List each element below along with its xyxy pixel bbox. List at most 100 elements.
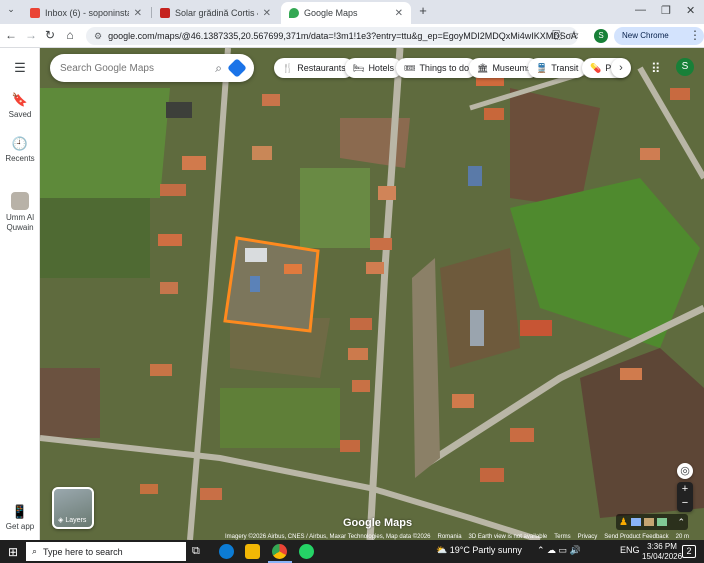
file-explorer-icon[interactable]: [245, 544, 260, 559]
maps-side-rail: ☰ 🔖 Saved 🕘 Recents Umm Al Quwain 📱 Get …: [0, 48, 40, 540]
more-menu-icon[interactable]: ⋮: [688, 28, 702, 42]
close-icon[interactable]: ✕: [395, 8, 403, 19]
address-bar[interactable]: ⚙ google.com/maps/@46.1387335,20.567699,…: [86, 27, 578, 45]
layers-button[interactable]: ◈ Layers: [52, 487, 94, 529]
gmail-icon: [30, 8, 40, 18]
language-indicator[interactable]: ENG: [620, 545, 640, 555]
home-icon[interactable]: ⌂: [63, 28, 77, 42]
hamburger-menu-icon: ☰: [14, 60, 26, 75]
tab-title: Solar grădină Cortis 4x6 m – Fo: [175, 8, 258, 18]
weather-text: 19°C Partly sunny: [449, 545, 522, 555]
tab-title: Google Maps: [304, 8, 358, 18]
chip-label: Museums: [492, 63, 532, 73]
view-thumbnail-icon[interactable]: [656, 518, 667, 526]
recent-place-button[interactable]: Umm Al Quwain: [0, 192, 40, 233]
chip-hotels[interactable]: 🛏 Hotels: [345, 58, 402, 78]
chrome-icon[interactable]: [272, 544, 287, 559]
back-arrow-icon[interactable]: ←: [4, 28, 18, 42]
tab-solar[interactable]: Solar grădină Cortis 4x6 m – Fo ✕: [152, 2, 279, 24]
profile-avatar[interactable]: S: [594, 29, 608, 43]
layers-text: Layers: [65, 517, 87, 524]
weather-widget[interactable]: ⛅ 19°C Partly sunny: [436, 545, 522, 556]
view-thumbnail-icon[interactable]: [630, 518, 641, 526]
bottom-right-controls: ♟ ⌃: [616, 514, 688, 530]
taskbar-search-placeholder: Type here to search: [43, 546, 123, 557]
window-close-icon[interactable]: ✕: [686, 4, 695, 17]
place-thumbnail: [11, 192, 29, 210]
saved-button[interactable]: 🔖 Saved: [0, 92, 40, 119]
edge-icon[interactable]: [219, 544, 234, 559]
chip-label: Restaurants: [297, 63, 346, 73]
site-info-icon[interactable]: ⚙: [94, 31, 102, 42]
street-view-pegman-icon[interactable]: ♟: [619, 517, 628, 528]
whatsapp-icon[interactable]: [299, 544, 314, 559]
get-app-button[interactable]: 📱 Get app: [0, 504, 40, 531]
sun-cloud-icon: ⛅: [436, 545, 448, 555]
search-input[interactable]: [60, 62, 208, 74]
chevron-right-icon: ›: [619, 62, 623, 74]
transit-icon: 🚆: [536, 62, 548, 73]
reload-icon[interactable]: ↻: [43, 28, 57, 42]
url-text: google.com/maps/@46.1387335,20.567699,37…: [108, 31, 578, 41]
phone-icon: 📱: [11, 504, 29, 519]
menu-button[interactable]: ☰: [0, 60, 40, 78]
chip-things-to-do[interactable]: 🎟 Things to do: [396, 58, 477, 78]
view-thumbnail-icon[interactable]: [643, 518, 654, 526]
layers-label: ◈ Layers: [58, 516, 86, 524]
clock-time: 3:36 PM: [647, 542, 677, 551]
task-view-icon[interactable]: ⧉: [192, 545, 200, 558]
museum-icon: 🏛: [477, 62, 489, 73]
search-icon: ⌕: [32, 546, 38, 556]
chip-restaurants[interactable]: 🍴 Restaurants: [274, 58, 354, 78]
pharmacy-icon: 💊: [590, 62, 602, 73]
search-box[interactable]: ⌕: [50, 54, 254, 82]
bookmark-star-icon[interactable]: ☆: [567, 28, 581, 42]
location-target-icon: ◎: [680, 465, 690, 477]
browser-tab-strip: ⌄ Inbox (6) - soponinstal@gmail.com ✕ So…: [0, 0, 704, 24]
chips-next-button[interactable]: ›: [611, 58, 631, 78]
directions-icon[interactable]: [227, 58, 247, 78]
fork-knife-icon: 🍴: [282, 62, 294, 73]
forward-arrow-icon[interactable]: →: [24, 28, 38, 42]
new-tab-button[interactable]: +: [416, 3, 430, 18]
history-icon: 🕘: [11, 136, 29, 151]
clock-date: 15/04/2026: [642, 552, 683, 561]
chip-label: Hotels: [368, 63, 394, 73]
satellite-map[interactable]: [40, 48, 704, 540]
recents-label: Recents: [5, 154, 35, 163]
taskbar-search[interactable]: ⌕ Type here to search: [26, 542, 186, 561]
tab-google-maps[interactable]: Google Maps ✕: [281, 2, 411, 24]
chip-label: Things to do: [419, 63, 469, 73]
zoom-out-button[interactable]: −: [677, 497, 693, 512]
recents-button[interactable]: 🕘 Recents: [0, 136, 40, 163]
search-icon[interactable]: ⌕: [215, 61, 222, 76]
expand-chevron-icon[interactable]: ⌃: [677, 517, 685, 528]
layers-icon: ◈: [58, 517, 64, 524]
install-app-icon[interactable]: ⎘: [550, 28, 564, 43]
system-tray-icons[interactable]: ⌃ ☁ ▭ 🔊: [537, 545, 581, 556]
browser-toolbar: ← → ↻ ⌂ ⚙ google.com/maps/@46.1387335,20…: [0, 24, 704, 58]
chip-label: Transit: [551, 63, 579, 73]
account-avatar[interactable]: S: [676, 58, 694, 76]
chip-transit[interactable]: 🚆 Transit: [528, 58, 587, 78]
satellite-imagery: [40, 48, 704, 540]
restore-icon[interactable]: ❐: [661, 4, 671, 17]
bed-icon: 🛏: [353, 62, 365, 73]
close-icon[interactable]: ✕: [134, 8, 142, 19]
tab-inbox[interactable]: Inbox (6) - soponinstal@gmail.com ✕: [22, 2, 150, 24]
clock[interactable]: 3:36 PM 15/04/2026: [642, 542, 682, 562]
minimize-icon[interactable]: —: [635, 4, 646, 16]
windows-start-icon[interactable]: ⊞: [8, 545, 18, 559]
tab-title: Inbox (6) - soponinstal@gmail.com: [45, 8, 129, 18]
apps-grid-icon[interactable]: ⠿: [651, 61, 661, 77]
zoom-controls: + −: [677, 482, 693, 512]
notification-badge[interactable]: 2: [682, 545, 696, 558]
saved-label: Saved: [8, 110, 32, 119]
tab-search-icon[interactable]: ⌄: [4, 4, 18, 15]
ticket-icon: 🎟: [404, 62, 416, 73]
google-maps-watermark: Google Maps: [343, 517, 413, 529]
recent-place-label: Umm Al Quwain: [6, 213, 34, 232]
my-location-button[interactable]: ◎: [677, 463, 693, 479]
zoom-in-button[interactable]: +: [677, 482, 693, 497]
close-icon[interactable]: ✕: [263, 8, 271, 19]
